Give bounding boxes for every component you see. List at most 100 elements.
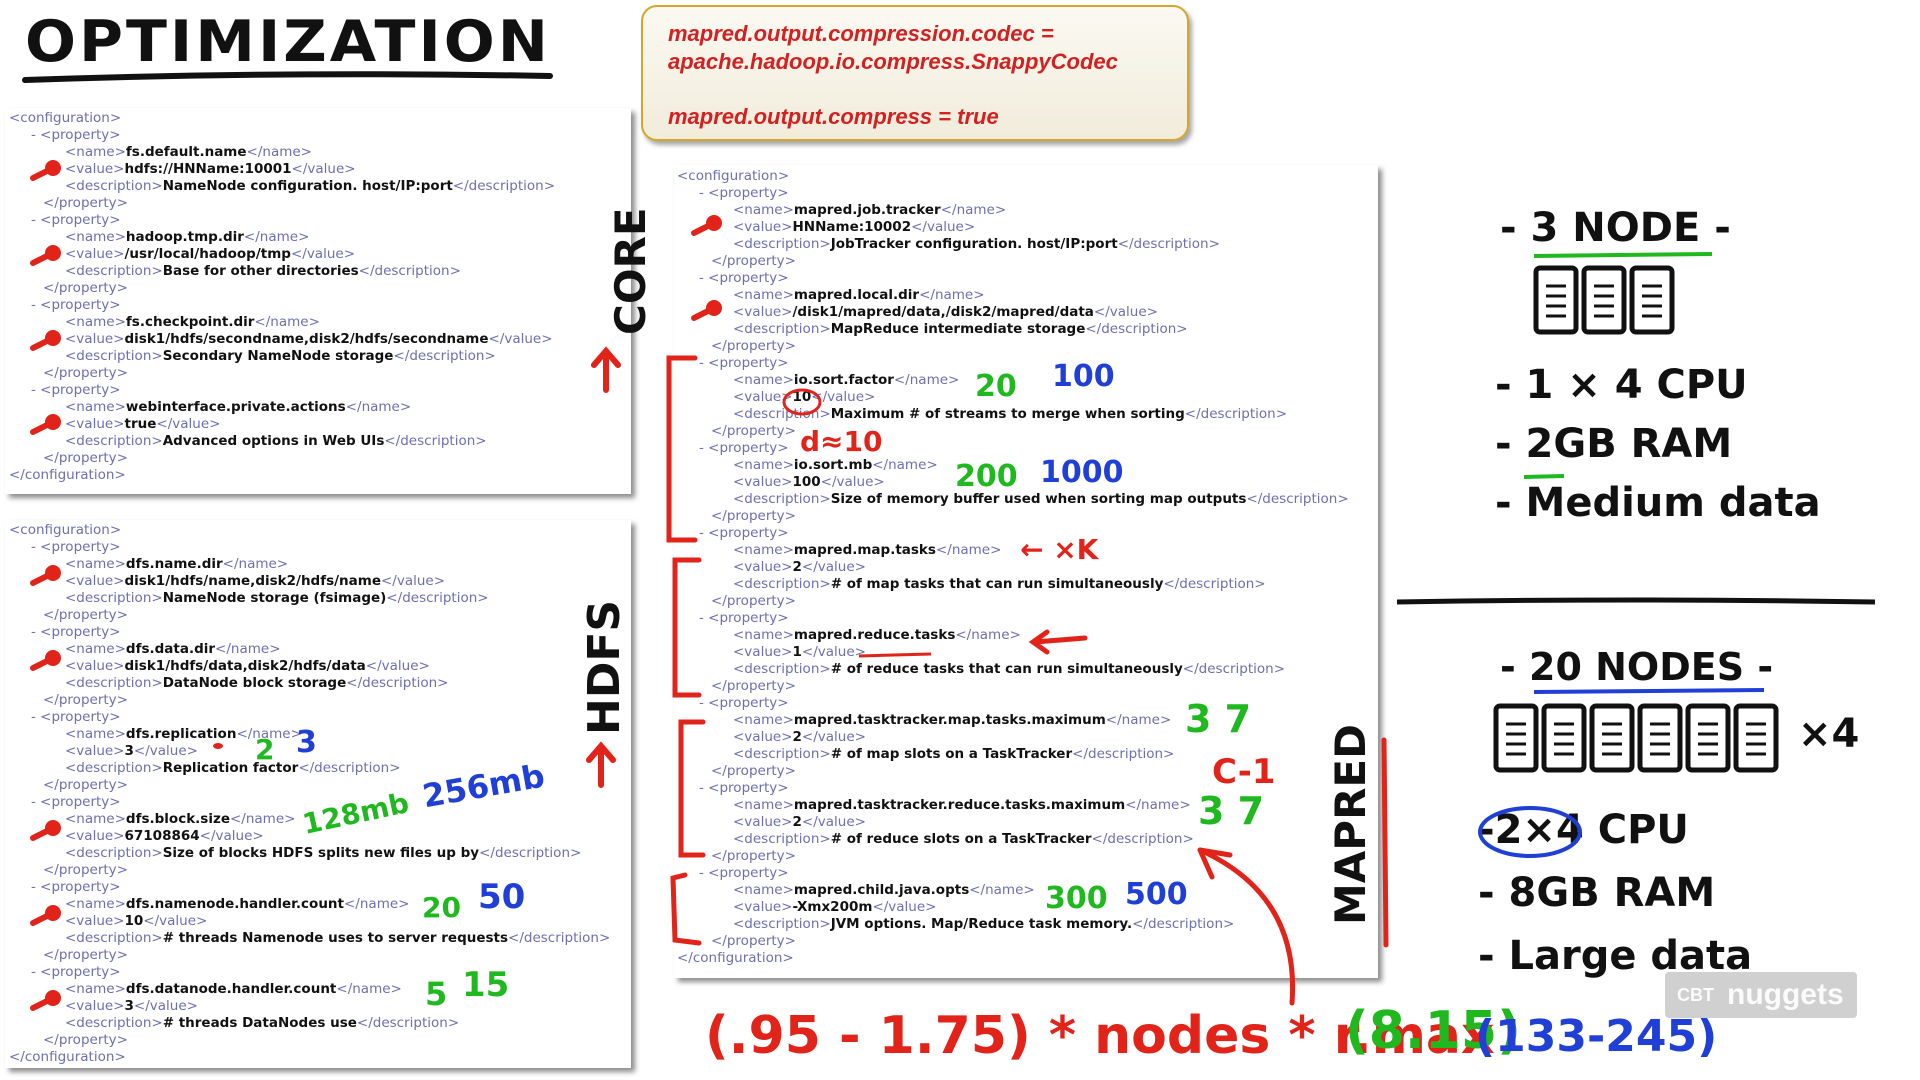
- xml-open-tag: <value>: [733, 899, 793, 915]
- xml-name-text: mapred.map.tasks: [793, 542, 936, 558]
- server-icon: [1629, 265, 1675, 335]
- server-icon: [1637, 703, 1683, 773]
- small-cpu-spec: - 1 × 4 CPU: [1495, 362, 1748, 408]
- xml-line: </property>: [677, 593, 1349, 610]
- xml-open-tag: <name>: [65, 144, 126, 160]
- xml-close-tag: </description>: [386, 590, 489, 606]
- xml-line: <name>mapred.job.tracker</name>: [677, 202, 1349, 219]
- xml-name-text: dfs.datanode.handler.count: [125, 981, 337, 997]
- xml-open-tag: <property>: [708, 525, 789, 541]
- xml-name-text: webinterface.private.actions: [125, 399, 346, 415]
- hdfs-up-arrow: [586, 741, 616, 788]
- xml-open-tag: <value>: [65, 658, 125, 674]
- xml-open-tag: <name>: [65, 399, 126, 415]
- xml-line: <name>dfs.data.dir</name>: [9, 641, 610, 658]
- xml-value-text: /disk1/mapred/data,/disk2/mapred/data: [792, 304, 1094, 320]
- xml-value-text: 10: [124, 913, 144, 929]
- xml-open-tag: <property>: [40, 127, 121, 143]
- large-cluster-multiplier: ×4: [1798, 711, 1860, 757]
- reduce-max-note: 3 7: [1198, 789, 1265, 833]
- xml-open-tag: <value>: [65, 828, 125, 844]
- xml-close-tag: </value>: [801, 559, 866, 575]
- xml-open-tag: <value>: [65, 416, 125, 432]
- xml-line: - <property>: [9, 382, 555, 399]
- xml-description-text: # of reduce slots on a TaskTracker: [830, 831, 1092, 847]
- xml-close-tag: </name>: [345, 399, 412, 415]
- xml-line: <description>NameNode storage (fsimage)<…: [9, 590, 610, 607]
- namenode-handler-max: 50: [478, 877, 526, 917]
- xml-line: <description># threads Namenode uses to …: [9, 930, 610, 947]
- xml-close-tag: </property>: [711, 423, 796, 439]
- xml-close-tag: </name>: [919, 287, 985, 303]
- xml-collapse-dash: -: [31, 539, 41, 555]
- small-cluster-servers: [1533, 265, 1675, 335]
- xml-close-tag: </property>: [43, 450, 128, 466]
- xml-line: <description># of map tasks that can run…: [677, 576, 1349, 593]
- xml-open-tag: <name>: [733, 287, 794, 303]
- mapred-value-arrows: [691, 215, 722, 321]
- xml-line: <configuration>: [9, 110, 555, 127]
- xml-collapse-dash: -: [699, 185, 709, 201]
- xml-open-tag: <name>: [733, 457, 794, 473]
- xml-open-tag: <value>: [65, 331, 125, 347]
- replication-new: 2: [255, 733, 275, 766]
- server-icon: [1589, 703, 1635, 773]
- xml-close-tag: </configuration>: [9, 467, 126, 483]
- xml-value-text: 2: [792, 814, 802, 830]
- xml-description-text: Size of memory buffer used when sorting …: [830, 491, 1247, 507]
- xml-description-text: Replication factor: [162, 760, 299, 776]
- server-icon: [1685, 703, 1731, 773]
- xml-open-tag: <description>: [65, 590, 163, 606]
- xml-line: - <property>: [9, 709, 610, 726]
- sort-mb-max: 1000: [1040, 455, 1124, 490]
- xml-line: - <property>: [9, 964, 610, 981]
- replication-dot: [213, 743, 223, 749]
- xml-name-text: mapred.tasktracker.map.tasks.maximum: [793, 712, 1106, 728]
- xml-close-tag: </name>: [935, 542, 1002, 558]
- xml-close-tag: </value>: [488, 331, 553, 347]
- xml-open-tag: <value>: [733, 474, 793, 490]
- xml-line: - <property>: [677, 525, 1349, 542]
- xml-line: <description>MapReduce intermediate stor…: [677, 321, 1349, 338]
- xml-open-tag: <name>: [65, 896, 126, 912]
- xml-description-text: Maximum # of streams to merge when sorti…: [830, 406, 1185, 422]
- xml-line: - <property>: [9, 212, 555, 229]
- xml-close-tag: </name>: [955, 627, 1021, 643]
- xml-close-tag: </value>: [199, 828, 264, 844]
- xml-line: <configuration>: [677, 168, 1349, 185]
- xml-name-text: mapred.local.dir: [793, 287, 920, 303]
- xml-line: <value>hdfs://HNName:10001</value>: [9, 161, 555, 178]
- xml-close-tag: </description>: [1072, 746, 1175, 762]
- xml-open-tag: <value>: [65, 998, 125, 1014]
- hdfs-value-arrows: [30, 565, 61, 1011]
- map-max-note: 3 7: [1185, 697, 1252, 741]
- xml-open-tag: <name>: [733, 542, 794, 558]
- xml-value-text: -Xmx200m: [792, 899, 873, 915]
- slot-note: C-1: [1212, 752, 1276, 792]
- xml-close-tag: </value>: [820, 474, 885, 490]
- xml-description-text: # of map slots on a TaskTracker: [830, 746, 1073, 762]
- xml-close-tag: </value>: [143, 913, 208, 929]
- xml-line: <value>disk1/hdfs/secondname,disk2/hdfs/…: [9, 331, 555, 348]
- xml-close-tag: </property>: [711, 593, 796, 609]
- xml-line: - <property>: [9, 297, 555, 314]
- xml-name-text: mapred.child.java.opts: [793, 882, 970, 898]
- xml-value-text: hdfs://HNName:10001: [124, 161, 292, 177]
- xml-open-tag: <property>: [708, 610, 789, 626]
- xml-close-tag: </description>: [1246, 491, 1349, 507]
- xml-line: <name>dfs.name.dir</name>: [9, 556, 610, 573]
- xml-open-tag: <description>: [65, 675, 163, 691]
- xml-close-tag: </description>: [1184, 406, 1288, 422]
- xml-line: <value>/usr/local/hadoop/tmp</value>: [9, 246, 555, 263]
- xml-open-tag: <name>: [65, 811, 126, 827]
- xml-line: <description>Secondary NameNode storage<…: [9, 348, 555, 365]
- large-cluster-header: - 20 NODES -: [1500, 645, 1774, 689]
- xml-open-tag: <name>: [733, 797, 794, 813]
- core-label: CORE: [606, 207, 655, 335]
- xml-close-tag: </property>: [711, 678, 796, 694]
- xml-name-text: dfs.name.dir: [125, 556, 223, 572]
- small-cluster-header: - 3 NODE -: [1500, 205, 1731, 251]
- xml-close-tag: </name>: [246, 144, 312, 160]
- xml-description-text: JVM options. Map/Reduce task memory.: [830, 916, 1133, 932]
- xml-close-tag: </value>: [381, 573, 446, 589]
